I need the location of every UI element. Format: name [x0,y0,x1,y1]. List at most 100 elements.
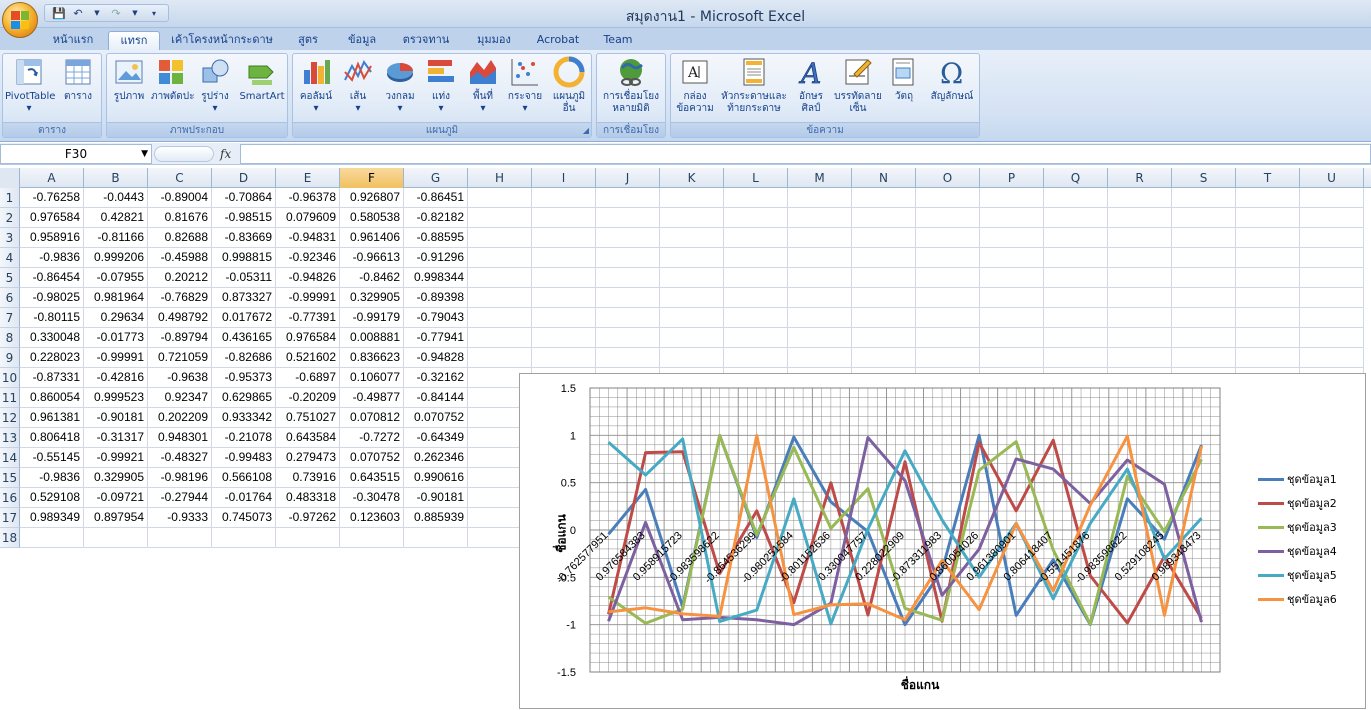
cell-n9[interactable] [852,348,916,368]
cell-c13[interactable]: 0.948301 [148,428,212,448]
cell-t6[interactable] [1236,288,1300,308]
cell-a4[interactable]: -0.9836 [20,248,84,268]
cell-j2[interactable] [596,208,660,228]
cell-e13[interactable]: 0.643584 [276,428,340,448]
cell-d5[interactable]: -0.05311 [212,268,276,288]
cell-e11[interactable]: -0.20209 [276,388,340,408]
cell-n6[interactable] [852,288,916,308]
row-header[interactable]: 9 [0,348,20,368]
header-footer-button[interactable]: หัวกระดาษและท้ายกระดาษ [719,56,789,115]
column-header-p[interactable]: P [980,168,1044,188]
chevron-down-icon[interactable]: ▼ [141,145,148,163]
column-header-e[interactable]: E [276,168,340,188]
cell-l9[interactable] [724,348,788,368]
cell-b15[interactable]: 0.329905 [84,468,148,488]
cell-k9[interactable] [660,348,724,368]
cell-o7[interactable] [916,308,980,328]
cell-n7[interactable] [852,308,916,328]
column-header-r[interactable]: R [1108,168,1172,188]
cell-i9[interactable] [532,348,596,368]
cell-a18[interactable] [20,528,84,548]
cell-k4[interactable] [660,248,724,268]
cell-o6[interactable] [916,288,980,308]
cell-g9[interactable]: -0.94828 [404,348,468,368]
cell-b13[interactable]: -0.31317 [84,428,148,448]
cell-f16[interactable]: -0.30478 [340,488,404,508]
cell-o2[interactable] [916,208,980,228]
row-header[interactable]: 5 [0,268,20,288]
cell-s2[interactable] [1172,208,1236,228]
cell-e17[interactable]: -0.97262 [276,508,340,528]
cell-h6[interactable] [468,288,532,308]
cell-b6[interactable]: 0.981964 [84,288,148,308]
cell-m8[interactable] [788,328,852,348]
cell-s7[interactable] [1172,308,1236,328]
cell-l3[interactable] [724,228,788,248]
cell-g3[interactable]: -0.88595 [404,228,468,248]
cell-f6[interactable]: 0.329905 [340,288,404,308]
textbox-button[interactable]: A กล่องข้อความ [673,56,717,115]
dialog-launcher-icon[interactable]: ◢ [583,126,589,135]
cell-n8[interactable] [852,328,916,348]
cell-e10[interactable]: -0.6897 [276,368,340,388]
cell-g11[interactable]: -0.84144 [404,388,468,408]
cell-a1[interactable]: -0.76258 [20,188,84,208]
cell-f11[interactable]: -0.49877 [340,388,404,408]
column-header-d[interactable]: D [212,168,276,188]
cell-b3[interactable]: -0.81166 [84,228,148,248]
cell-p9[interactable] [980,348,1044,368]
tab-acrobat[interactable]: Acrobat [530,31,586,50]
cell-t8[interactable] [1236,328,1300,348]
column-header-l[interactable]: L [724,168,788,188]
cell-g1[interactable]: -0.86451 [404,188,468,208]
cell-f18[interactable] [340,528,404,548]
column-header-m[interactable]: M [788,168,852,188]
scatter-chart-button[interactable]: กระจาย ▾ [505,56,545,115]
cell-f7[interactable]: -0.99179 [340,308,404,328]
cell-q7[interactable] [1044,308,1108,328]
cell-d6[interactable]: 0.873327 [212,288,276,308]
cell-r9[interactable] [1108,348,1172,368]
row-header[interactable]: 6 [0,288,20,308]
cell-p4[interactable] [980,248,1044,268]
cell-l7[interactable] [724,308,788,328]
cell-k3[interactable] [660,228,724,248]
cell-u7[interactable] [1300,308,1364,328]
cell-i8[interactable] [532,328,596,348]
cell-q3[interactable] [1044,228,1108,248]
cell-b17[interactable]: 0.897954 [84,508,148,528]
tab-page-layout[interactable]: เค้าโครงหน้ากระดาษ [170,31,274,50]
cell-e14[interactable]: 0.279473 [276,448,340,468]
cell-n4[interactable] [852,248,916,268]
cell-g15[interactable]: 0.990616 [404,468,468,488]
cell-q8[interactable] [1044,328,1108,348]
cell-e18[interactable] [276,528,340,548]
cell-k6[interactable] [660,288,724,308]
cell-t9[interactable] [1236,348,1300,368]
row-header[interactable]: 18 [0,528,20,548]
cell-i6[interactable] [532,288,596,308]
cell-g8[interactable]: -0.77941 [404,328,468,348]
cell-c10[interactable]: -0.9638 [148,368,212,388]
row-header[interactable]: 2 [0,208,20,228]
cell-a5[interactable]: -0.86454 [20,268,84,288]
cell-d18[interactable] [212,528,276,548]
cell-g12[interactable]: 0.070752 [404,408,468,428]
cell-e8[interactable]: 0.976584 [276,328,340,348]
tab-team[interactable]: Team [596,31,640,50]
cell-g2[interactable]: -0.82182 [404,208,468,228]
cell-f1[interactable]: 0.926807 [340,188,404,208]
cell-g4[interactable]: -0.91296 [404,248,468,268]
cell-t1[interactable] [1236,188,1300,208]
cell-r1[interactable] [1108,188,1172,208]
column-header-i[interactable]: I [532,168,596,188]
cell-g17[interactable]: 0.885939 [404,508,468,528]
cell-u5[interactable] [1300,268,1364,288]
cell-i4[interactable] [532,248,596,268]
cell-s1[interactable] [1172,188,1236,208]
row-header[interactable]: 3 [0,228,20,248]
cell-g16[interactable]: -0.90181 [404,488,468,508]
cell-r3[interactable] [1108,228,1172,248]
cell-e9[interactable]: 0.521602 [276,348,340,368]
symbol-button[interactable]: Ω สัญลักษณ์ [925,56,979,103]
